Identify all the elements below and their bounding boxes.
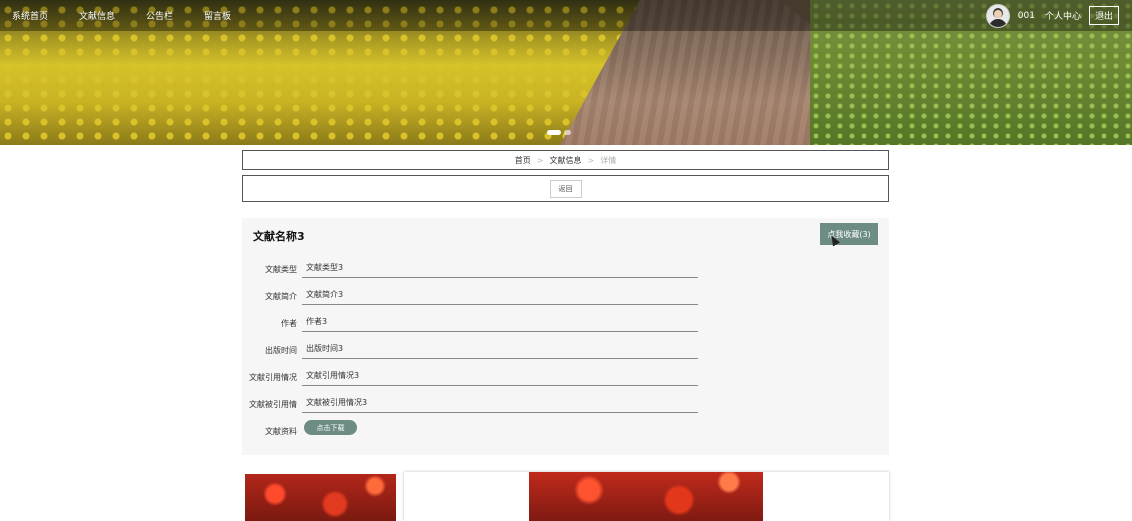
field-row-cited-by: 文献被引用情 文献被引用情况3 bbox=[242, 393, 702, 413]
field-row-author: 作者 作者3 bbox=[242, 312, 702, 332]
nav-literature[interactable]: 文献信息 bbox=[79, 9, 115, 22]
field-row-publish-time: 出版时间 出版时间3 bbox=[242, 339, 702, 359]
breadcrumb-separator: > bbox=[536, 155, 544, 165]
image-preview-panel bbox=[404, 472, 889, 521]
back-button[interactable]: 返回 bbox=[549, 179, 582, 198]
field-value: 文献引用情况3 bbox=[302, 366, 698, 386]
literature-title: 文献名称3 bbox=[253, 230, 305, 243]
breadcrumb-separator: > bbox=[587, 155, 595, 165]
field-label: 文献被引用情 bbox=[249, 400, 297, 409]
logout-button[interactable]: 退出 bbox=[1088, 6, 1119, 25]
field-row-intro: 文献简介 文献简介3 bbox=[242, 285, 702, 305]
user-area: 001 个人中心 退出 bbox=[985, 0, 1119, 31]
carousel-dot-1[interactable] bbox=[547, 130, 561, 135]
breadcrumb-current: 详情 bbox=[600, 155, 617, 165]
download-label: 点击下载 bbox=[316, 423, 345, 432]
field-label: 文献简介 bbox=[265, 292, 297, 301]
breadcrumb-section[interactable]: 文献信息 bbox=[550, 155, 582, 166]
field-label: 文献类型 bbox=[265, 265, 297, 274]
breadcrumb-home[interactable]: 首页 bbox=[515, 155, 531, 166]
field-row-type: 文献类型 文献类型3 bbox=[242, 258, 702, 278]
field-value: 作者3 bbox=[302, 312, 698, 332]
hero-banner: 系统首页 文献信息 公告栏 留言板 001 个人中心 退出 bbox=[0, 0, 1132, 145]
field-label: 文献资料 bbox=[265, 427, 297, 436]
carousel-dot-2[interactable] bbox=[564, 130, 571, 135]
username: 001 bbox=[1017, 10, 1035, 21]
literature-thumbnail[interactable] bbox=[245, 474, 396, 521]
field-label: 作者 bbox=[281, 319, 297, 328]
field-row-citation: 文献引用情况 文献引用情况3 bbox=[242, 366, 702, 386]
avatar[interactable] bbox=[985, 3, 1010, 28]
top-navbar: 系统首页 文献信息 公告栏 留言板 001 个人中心 退出 bbox=[0, 0, 1132, 31]
field-value: 文献简介3 bbox=[302, 285, 698, 305]
download-button[interactable]: 点击下载 bbox=[304, 420, 357, 435]
main-nav: 系统首页 文献信息 公告栏 留言板 bbox=[0, 0, 250, 31]
personal-center-link[interactable]: 个人中心 bbox=[1045, 9, 1081, 22]
field-label: 文献引用情况 bbox=[249, 373, 297, 382]
preview-image bbox=[529, 472, 763, 521]
field-label: 出版时间 bbox=[265, 346, 297, 355]
field-value: 出版时间3 bbox=[302, 339, 698, 359]
detail-panel: 文献名称3 点我收藏(3) 文献类型 文献类型3 文献简介 文献简介3 作者 作… bbox=[242, 218, 889, 455]
breadcrumb: 首页 > 文献信息 > 详情 bbox=[242, 150, 889, 170]
field-value: 文献类型3 bbox=[302, 258, 698, 278]
nav-notice[interactable]: 公告栏 bbox=[146, 9, 173, 22]
carousel-indicators bbox=[547, 130, 571, 135]
nav-message-board[interactable]: 留言板 bbox=[204, 9, 231, 22]
favorite-button[interactable]: 点我收藏(3) bbox=[820, 223, 878, 245]
nav-home[interactable]: 系统首页 bbox=[12, 9, 48, 22]
field-value: 文献被引用情况3 bbox=[302, 393, 698, 413]
back-bar: 返回 bbox=[242, 175, 889, 202]
